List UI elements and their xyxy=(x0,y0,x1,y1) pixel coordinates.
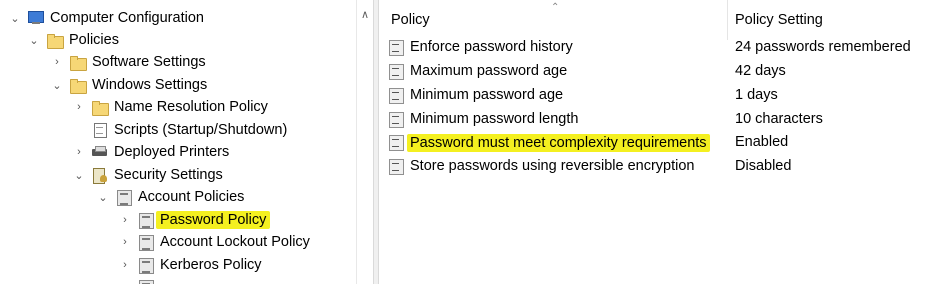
tree-node-policies[interactable]: ⌄ Policies xyxy=(27,29,119,51)
policy-setting-icon xyxy=(389,64,404,80)
tree-node-label: Password Policy xyxy=(156,211,271,229)
chevron-down-icon[interactable]: ⌄ xyxy=(8,11,22,25)
tree-node-scripts[interactable]: Scripts (Startup/Shutdown) xyxy=(72,119,287,141)
tree-node-label: Computer Configuration xyxy=(50,10,204,26)
policy-setting-value: 10 characters xyxy=(735,111,823,127)
chevron-down-icon[interactable]: ⌄ xyxy=(72,168,86,182)
tree-node-password-policy[interactable]: › Password Policy xyxy=(118,209,271,231)
policy-icon xyxy=(115,189,133,206)
policy-list: Policy ⌃ Policy Setting Enforce password… xyxy=(379,0,925,284)
policy-setting-icon xyxy=(389,135,404,151)
table-row[interactable]: Minimum password length 10 characters xyxy=(379,109,925,132)
tree-node-account-policies[interactable]: ⌄ Account Policies xyxy=(96,186,244,208)
chevron-right-icon[interactable]: › xyxy=(72,145,86,159)
table-row[interactable]: Maximum password age 42 days xyxy=(379,61,925,84)
tree-node-deployed-printers[interactable]: › Deployed Printers xyxy=(72,141,229,163)
policy-icon xyxy=(137,212,155,229)
policy-icon xyxy=(137,279,155,284)
policy-setting-icon xyxy=(389,159,404,175)
policy-setting-icon xyxy=(389,40,404,56)
policy-name: Maximum password age xyxy=(410,63,568,79)
chevron-right-icon[interactable]: › xyxy=(118,213,132,227)
tree-node-label: Security Settings xyxy=(114,167,223,183)
tree-node-label: Windows Settings xyxy=(92,77,208,93)
table-row[interactable]: Enforce password history 24 passwords re… xyxy=(379,37,925,60)
chevron-down-icon[interactable]: ⌄ xyxy=(27,33,41,47)
tree-node-label: Account Policies xyxy=(138,189,245,205)
chevron-right-icon[interactable]: › xyxy=(50,55,64,69)
policy-name: Minimum password length xyxy=(410,111,579,127)
scroll-up-arrow-icon[interactable]: ∧ xyxy=(359,10,371,21)
chevron-down-icon[interactable]: ⌄ xyxy=(96,190,110,204)
policy-setting-value: Enabled xyxy=(735,134,789,150)
policy-icon xyxy=(137,257,155,274)
tree-node-name-resolution-policy[interactable]: › Name Resolution Policy xyxy=(72,96,268,118)
policy-name: Enforce password history xyxy=(410,39,573,55)
console-tree: ⌄ Computer Configuration ⌄ Policies › So… xyxy=(0,0,356,284)
column-header-policy-setting[interactable]: Policy Setting xyxy=(735,0,823,40)
tree-node-account-lockout-policy[interactable]: › Account Lockout Policy xyxy=(118,231,310,253)
table-row[interactable]: Password must meet complexity requiremen… xyxy=(379,132,925,155)
chevron-right-icon[interactable]: › xyxy=(72,100,86,114)
tree-node-partial: › xyxy=(118,276,160,284)
chevron-right-icon: › xyxy=(118,280,132,284)
policy-name: Password must meet complexity requiremen… xyxy=(407,134,710,152)
folder-icon xyxy=(69,77,87,94)
tree-node-label: Name Resolution Policy xyxy=(114,99,268,115)
policy-setting-value: 24 passwords remembered xyxy=(735,39,911,55)
tree-scrollbar[interactable]: ∧ xyxy=(356,0,374,284)
script-icon xyxy=(91,122,109,138)
policy-setting-value: 42 days xyxy=(735,63,786,79)
sort-ascending-icon: ⌃ xyxy=(551,2,560,13)
column-divider[interactable] xyxy=(727,0,728,40)
tree-node-label: Kerberos Policy xyxy=(160,257,262,273)
table-row[interactable]: Minimum password age 1 days xyxy=(379,85,925,108)
policy-setting-value: 1 days xyxy=(735,87,778,103)
tree-node-label: Scripts (Startup/Shutdown) xyxy=(114,122,288,138)
policy-setting-icon xyxy=(389,112,404,128)
security-settings-icon xyxy=(91,167,109,184)
table-row[interactable]: Store passwords using reversible encrypt… xyxy=(379,156,925,179)
policy-setting-icon xyxy=(389,88,404,104)
tree-node-kerberos-policy[interactable]: › Kerberos Policy xyxy=(118,254,262,276)
tree-node-windows-settings[interactable]: ⌄ Windows Settings xyxy=(50,74,207,96)
chevron-right-icon[interactable]: › xyxy=(118,235,132,249)
policy-name: Minimum password age xyxy=(410,87,564,103)
policy-setting-value: Disabled xyxy=(735,158,792,174)
policy-name: Store passwords using reversible encrypt… xyxy=(410,158,695,174)
chevron-right-icon[interactable]: › xyxy=(118,258,132,272)
tree-node-security-settings[interactable]: ⌄ Security Settings xyxy=(72,164,223,186)
tree-node-label: Software Settings xyxy=(92,54,206,70)
computer-icon xyxy=(27,10,45,26)
policy-icon xyxy=(137,234,155,251)
column-header-policy[interactable]: Policy xyxy=(391,0,430,40)
tree-node-computer-configuration[interactable]: ⌄ Computer Configuration xyxy=(8,7,204,29)
folder-icon xyxy=(69,54,87,71)
tree-node-label: Account Lockout Policy xyxy=(160,234,310,250)
folder-icon xyxy=(46,32,64,49)
folder-icon xyxy=(91,99,109,116)
tree-node-label: Deployed Printers xyxy=(114,144,230,160)
printer-icon xyxy=(91,144,109,160)
tree-node-label: Policies xyxy=(69,32,119,48)
tree-node-software-settings[interactable]: › Software Settings xyxy=(50,51,206,73)
chevron-down-icon[interactable]: ⌄ xyxy=(50,78,64,92)
